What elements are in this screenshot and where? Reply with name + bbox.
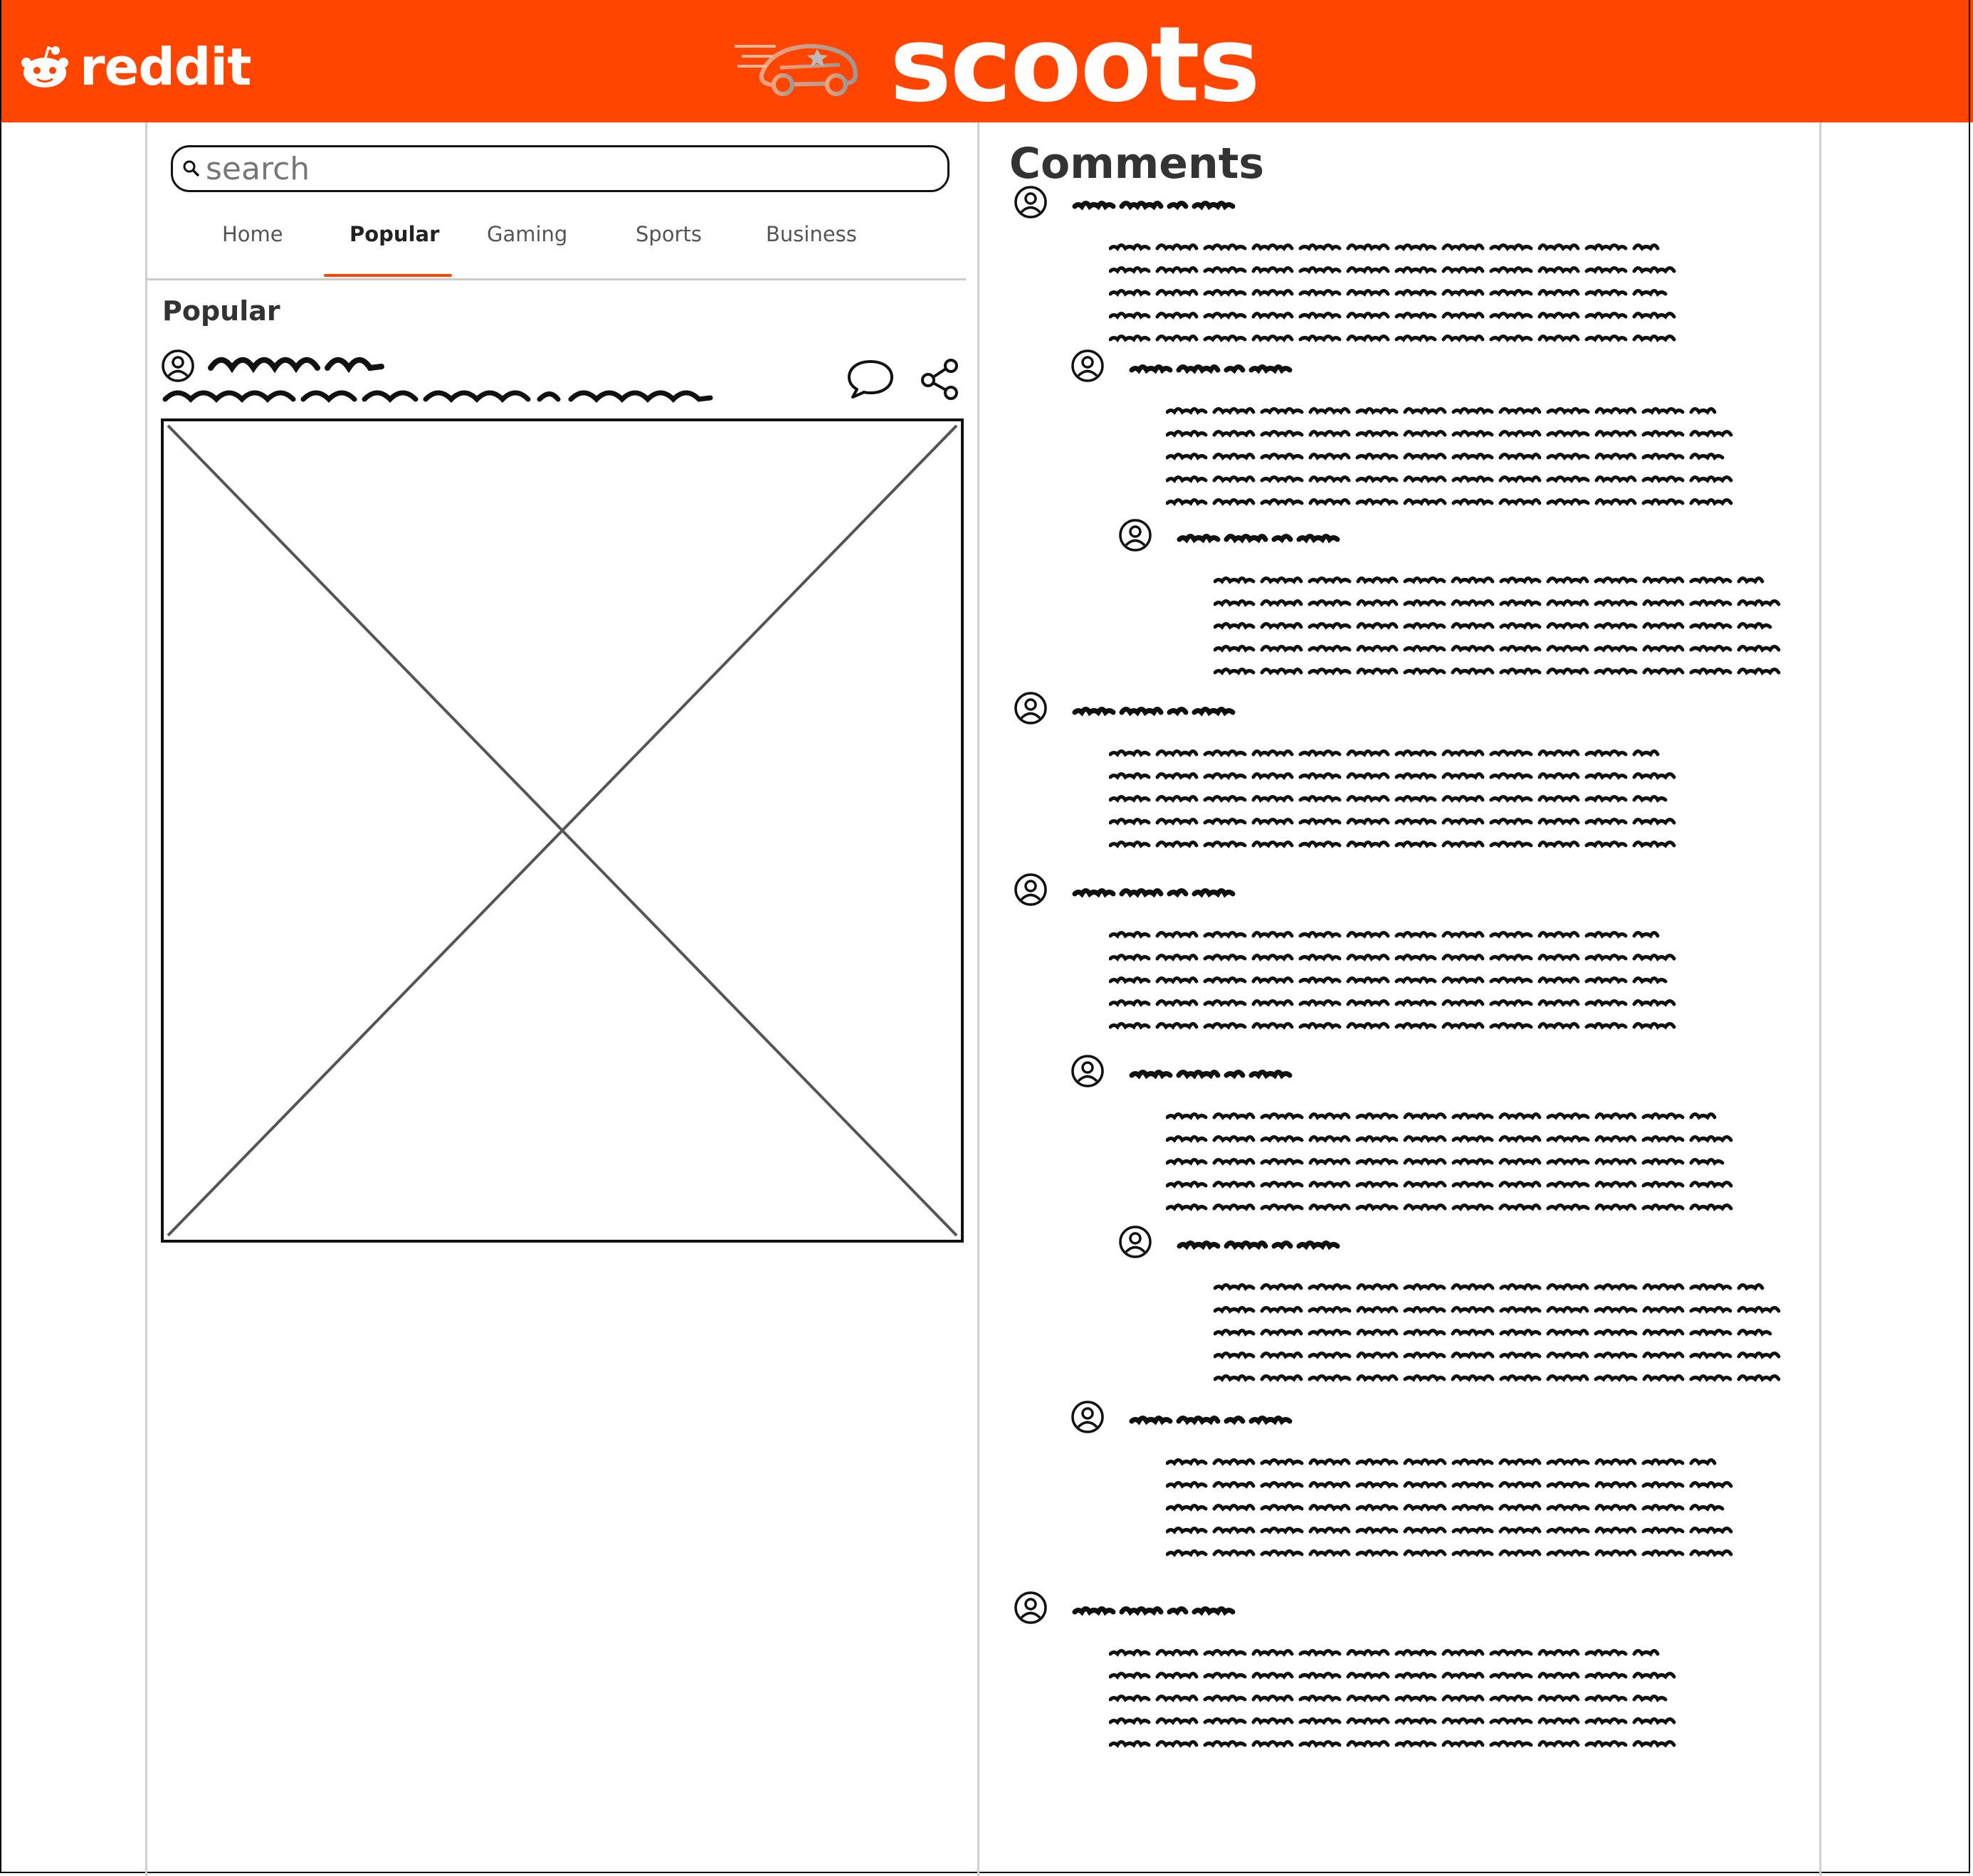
comment-body [1109,1649,1693,1759]
comments-title: Comments [1009,139,1265,189]
post-username[interactable] [208,354,384,374]
commenter-avatar-icon[interactable] [1013,1590,1048,1625]
comment-body [1166,1112,1750,1223]
commenter-avatar-icon[interactable] [1070,1053,1105,1089]
commenter-avatar-icon[interactable] [1013,872,1048,907]
comment-body [1109,243,1693,354]
share-icon[interactable] [918,357,962,400]
comment-body [1109,931,1693,1041]
commenter-avatar-icon[interactable] [1117,517,1153,553]
commenter-avatar-icon[interactable] [1070,348,1105,384]
commenter-username[interactable] [1129,1061,1307,1082]
commenter-avatar-icon[interactable] [1070,1399,1105,1435]
search-input[interactable] [206,150,846,187]
search-icon [183,160,200,177]
commenter-username[interactable] [1072,1598,1250,1619]
post-image-placeholder[interactable] [161,418,964,1243]
commenter-username[interactable] [1129,356,1307,377]
comment-body [1214,576,1797,687]
image-placeholder-cross [167,424,958,1237]
user-avatar-icon[interactable] [160,348,196,384]
commenter-username[interactable] [1072,192,1250,214]
tab-sports[interactable]: Sports [636,222,702,246]
category-tabs: Home Popular Gaming Sports Business [146,214,966,279]
tab-business[interactable]: Business [766,222,857,246]
center-column-divider [977,122,979,1876]
tab-home[interactable]: Home [222,222,283,246]
commenter-username[interactable] [1177,1232,1354,1253]
commenter-username[interactable] [1072,880,1250,901]
comment-body [1166,407,1750,517]
commenter-avatar-icon[interactable] [1117,1224,1153,1260]
commenter-username[interactable] [1177,525,1354,547]
commenter-username[interactable] [1129,1407,1307,1428]
commenter-username[interactable] [1072,698,1250,720]
comment-body [1214,1283,1797,1393]
comment-icon[interactable] [846,357,895,400]
section-title: Popular [162,295,280,327]
active-tab-indicator [324,274,452,277]
comment-body [1109,749,1693,860]
tabs-divider [146,278,966,280]
right-column-divider [1819,122,1821,1876]
left-column-divider [145,122,147,1876]
comment-body [1166,1458,1750,1569]
commenter-avatar-icon[interactable] [1013,690,1048,726]
commenter-avatar-icon[interactable] [1013,184,1048,220]
post-title[interactable] [162,386,714,405]
tab-popular[interactable]: Popular [349,222,439,246]
search-box[interactable] [171,145,949,192]
tab-gaming[interactable]: Gaming [487,222,567,246]
